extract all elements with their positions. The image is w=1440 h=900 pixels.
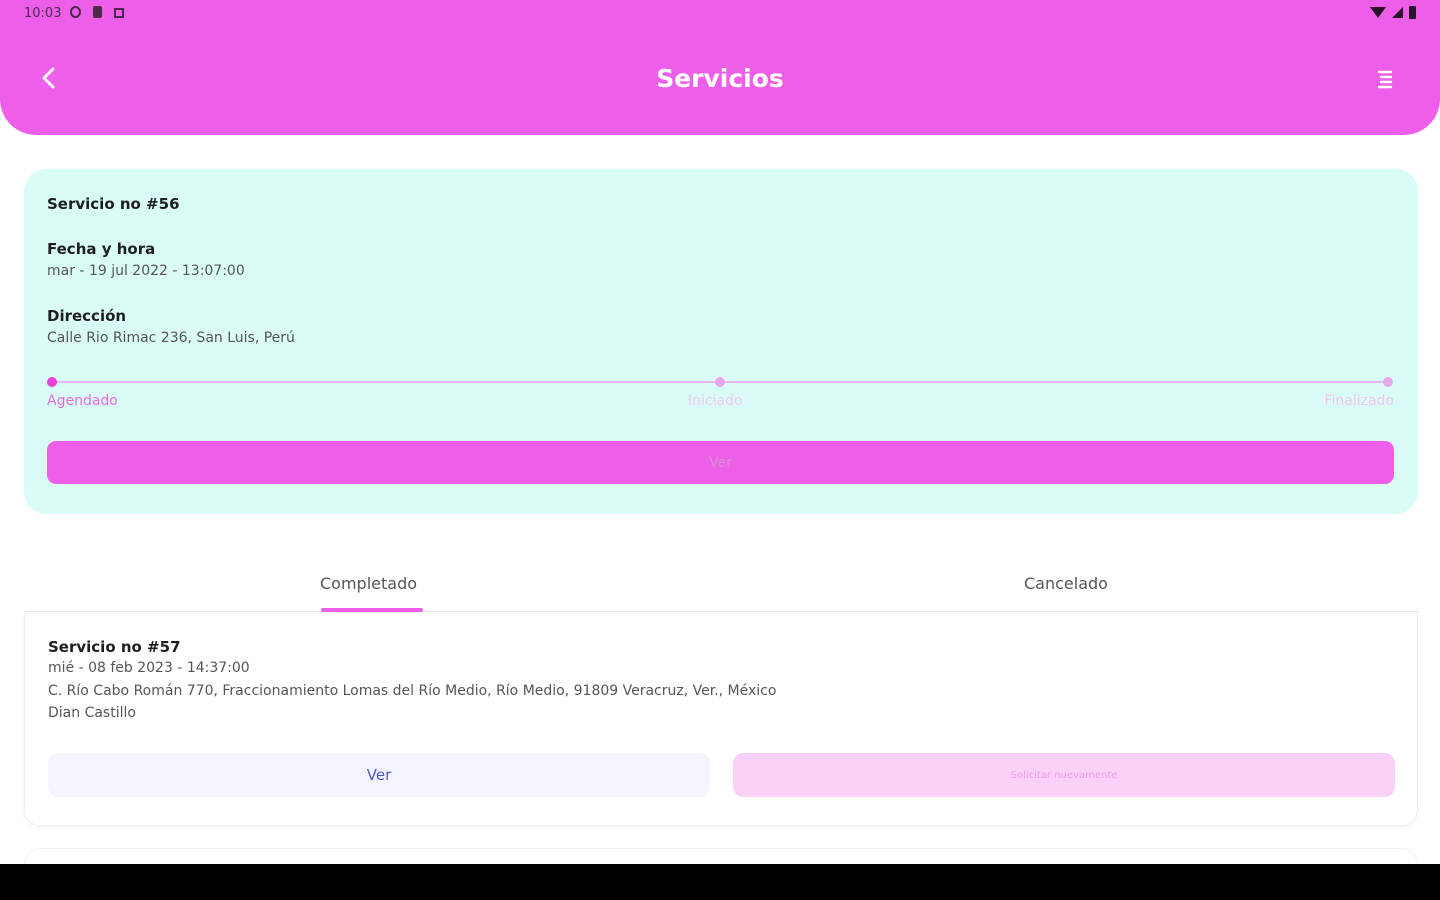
service-number: Servicio no #56 [47,195,180,213]
clipboard-icon [93,6,102,18]
step-label-iniciado: Iniciado [688,393,743,409]
status-time: 10:03 [24,6,62,21]
page-title: Servicios [656,64,784,93]
view-history-service-button[interactable]: Ver [48,753,710,797]
status-bar: 10:03 [0,0,1440,28]
battery-icon [1409,6,1416,19]
signal-icon [1392,7,1403,18]
date-label: Fecha y hora [47,240,156,258]
wifi-icon [1370,7,1386,18]
history-service-address: C. Río Cabo Román 770, Fraccionamiento L… [48,683,777,699]
view-active-service-button[interactable]: Ver [47,441,1394,484]
sync-icon [70,6,81,18]
screenshot-icon [114,8,124,18]
step-label-finalizado: Finalizado [1324,393,1394,409]
status-system-icons [1370,6,1416,19]
address-value: Calle Rio Rimac 236, San Luis, Perú [47,330,295,346]
menu-icon [1377,70,1393,89]
active-service-card: Servicio no #56 Fecha y hora mar - 19 ju… [24,169,1418,514]
date-value: mar - 19 jul 2022 - 13:07:00 [47,263,245,279]
tab-completado[interactable]: Completado [320,574,417,593]
menu-button[interactable] [1374,68,1396,90]
progress-dot-finalizado [1383,377,1393,387]
address-label: Dirección [47,307,127,325]
app-header: 10:03 Servicios [0,0,1440,135]
tab-cancelado[interactable]: Cancelado [1024,574,1108,593]
system-navigation-bar [0,864,1440,900]
status-notification-icons [70,6,124,18]
history-service-card: Servicio no #57 mié - 08 feb 2023 - 14:3… [24,612,1418,826]
history-tabs: Completado Cancelado [24,560,1418,612]
history-service-date: mié - 08 feb 2023 - 14:37:00 [48,660,250,676]
history-service-provider: Dian Castillo [48,705,136,721]
progress-dot-agendado [47,377,57,387]
step-label-agendado: Agendado [47,393,118,409]
history-service-number: Servicio no #57 [48,638,181,656]
progress-dot-iniciado [715,377,725,387]
request-again-button[interactable]: Solicitar nuevamente [733,753,1395,797]
